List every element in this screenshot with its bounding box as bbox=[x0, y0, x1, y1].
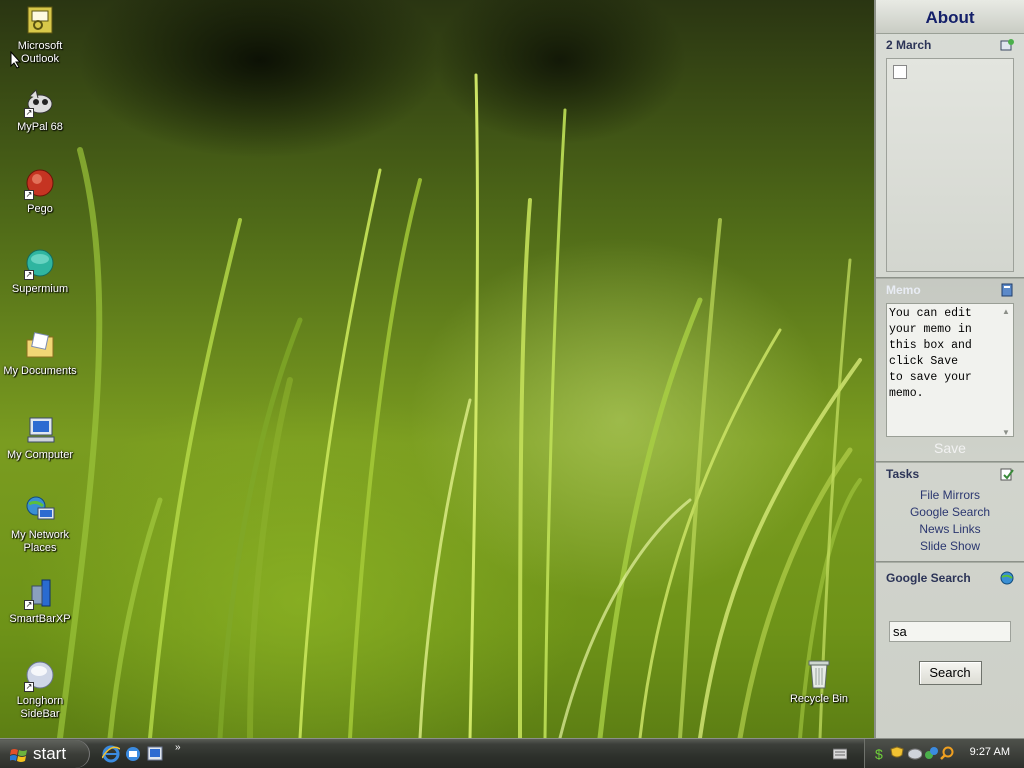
scroll-down-icon[interactable]: ▼ bbox=[1002, 428, 1010, 437]
google-search-button[interactable]: Search bbox=[918, 661, 982, 685]
desktop-icon-label: Longhorn SideBar bbox=[16, 695, 64, 720]
shortcut-arrow-icon: ↗ bbox=[24, 190, 34, 200]
start-button[interactable]: start bbox=[0, 740, 90, 768]
memo-title: Memo bbox=[886, 283, 921, 297]
slideshow-image-frame[interactable] bbox=[886, 58, 1014, 272]
notepad-icon[interactable] bbox=[1000, 283, 1014, 297]
globe-icon[interactable] bbox=[1000, 571, 1014, 585]
task-link-news-links[interactable]: News Links bbox=[876, 521, 1024, 538]
taskbar-clock[interactable]: 9:27 AM bbox=[970, 746, 1010, 758]
outlook-icon bbox=[24, 5, 56, 37]
sidebar-about-button[interactable]: About bbox=[876, 0, 1024, 34]
memo-tile-header: Memo bbox=[876, 279, 1024, 301]
divider bbox=[876, 561, 1024, 563]
slideshow-tile-header: 2 March bbox=[876, 34, 1024, 56]
desktop-icon-label: My Computer bbox=[6, 449, 74, 461]
start-label: start bbox=[33, 744, 67, 763]
network-icon bbox=[24, 494, 56, 526]
google-search-title: Google Search bbox=[886, 571, 971, 585]
desktop-icon-my-documents[interactable]: My Documents bbox=[0, 330, 80, 378]
security-shield-icon[interactable] bbox=[890, 746, 904, 760]
grass-wallpaper bbox=[57, 73, 862, 738]
taskbar: start » $ 9:27 AM bbox=[0, 738, 1024, 768]
show-desktop-icon[interactable] bbox=[146, 745, 164, 763]
tasks-list: File Mirrors Google Search News Links Sl… bbox=[876, 485, 1024, 555]
windows-flag-icon bbox=[10, 749, 27, 762]
supermium-icon: ↗ bbox=[24, 248, 56, 280]
broken-image-icon bbox=[893, 65, 907, 79]
google-search-input[interactable] bbox=[889, 621, 1011, 642]
computer-icon bbox=[24, 414, 56, 446]
search-tray-icon[interactable] bbox=[940, 746, 954, 760]
desktop-icon-label: SmartBarXP bbox=[9, 613, 71, 625]
money-tray-icon[interactable]: $ bbox=[873, 746, 887, 760]
system-tray: $ 9:27 AM bbox=[864, 739, 1024, 768]
keyboard-language-icon[interactable] bbox=[833, 748, 847, 760]
task-link-google-search[interactable]: Google Search bbox=[876, 504, 1024, 521]
mypal-icon: ↗ bbox=[24, 86, 56, 118]
svg-text:$: $ bbox=[875, 746, 883, 760]
desktop-icon-network-places[interactable]: My Network Places bbox=[0, 494, 80, 555]
recycle-bin-icon bbox=[803, 658, 835, 690]
outlook-express-icon[interactable] bbox=[124, 745, 142, 763]
desktop-icon-supermium[interactable]: ↗ Supermium bbox=[0, 248, 80, 296]
mouse-cursor-icon bbox=[10, 51, 22, 69]
pego-icon: ↗ bbox=[24, 168, 56, 200]
slideshow-settings-icon[interactable] bbox=[1000, 38, 1014, 52]
desktop: Microsoft Outlook ↗ MyPal 68 ↗ Pego ↗ Su… bbox=[0, 0, 874, 738]
desktop-icon-label: MyPal 68 bbox=[17, 121, 63, 133]
longhorn-icon: ↗ bbox=[24, 660, 56, 692]
shortcut-arrow-icon: ↗ bbox=[24, 682, 34, 692]
memo-save-button[interactable]: Save bbox=[876, 440, 1024, 462]
smartbar-icon: ↗ bbox=[24, 578, 56, 610]
google-search-tile: Google Search Search bbox=[876, 567, 1024, 727]
internet-explorer-icon[interactable] bbox=[102, 745, 120, 763]
memo-tile: Memo You can edit your memo in this box … bbox=[876, 279, 1024, 461]
memo-scrollbar[interactable]: ▲ ▼ bbox=[1000, 305, 1012, 437]
tasks-tile-header: Tasks bbox=[876, 463, 1024, 485]
shortcut-arrow-icon: ↗ bbox=[24, 600, 34, 610]
task-link-file-mirrors[interactable]: File Mirrors bbox=[876, 487, 1024, 504]
desktop-icon-recycle-bin[interactable]: Recycle Bin bbox=[779, 658, 859, 706]
tasks-tile: Tasks File Mirrors Google Search News Li… bbox=[876, 463, 1024, 561]
tasks-title: Tasks bbox=[886, 467, 920, 481]
desktop-icon-label: Recycle Bin bbox=[789, 693, 849, 705]
tasks-icon[interactable] bbox=[1000, 467, 1014, 481]
desktop-icon-my-computer[interactable]: My Computer bbox=[0, 414, 80, 462]
folder-icon bbox=[24, 330, 56, 362]
desktop-icon-label: My Network Places bbox=[10, 529, 70, 554]
sync-tray-icon[interactable] bbox=[924, 746, 938, 760]
network-tray-icon[interactable] bbox=[908, 746, 922, 760]
slideshow-date: 2 March bbox=[886, 38, 932, 52]
desktop-icon-longhorn-sidebar[interactable]: ↗ Longhorn SideBar bbox=[0, 660, 80, 721]
desktop-icon-label: Supermium bbox=[11, 283, 69, 295]
google-search-tile-header: Google Search bbox=[876, 567, 1024, 589]
desktop-icon-mypal[interactable]: ↗ MyPal 68 bbox=[0, 86, 80, 134]
scroll-up-icon[interactable]: ▲ bbox=[1002, 307, 1010, 316]
quicklaunch-overflow-chevron[interactable]: » bbox=[175, 742, 181, 753]
shortcut-arrow-icon: ↗ bbox=[24, 108, 34, 118]
desktop-icon-smartbarxp[interactable]: ↗ SmartBarXP bbox=[0, 578, 80, 626]
slideshow-tile: 2 March bbox=[876, 34, 1024, 277]
desktop-icon-label: Pego bbox=[27, 203, 53, 215]
task-link-slide-show[interactable]: Slide Show bbox=[876, 538, 1024, 555]
memo-textarea[interactable]: You can edit your memo in this box and c… bbox=[886, 303, 1014, 437]
desktop-icon-label: My Documents bbox=[3, 365, 77, 377]
shortcut-arrow-icon: ↗ bbox=[24, 270, 34, 280]
desktop-icon-pego[interactable]: ↗ Pego bbox=[0, 168, 80, 216]
sidebar: About 2 March Memo You can edit your mem… bbox=[874, 0, 1024, 738]
